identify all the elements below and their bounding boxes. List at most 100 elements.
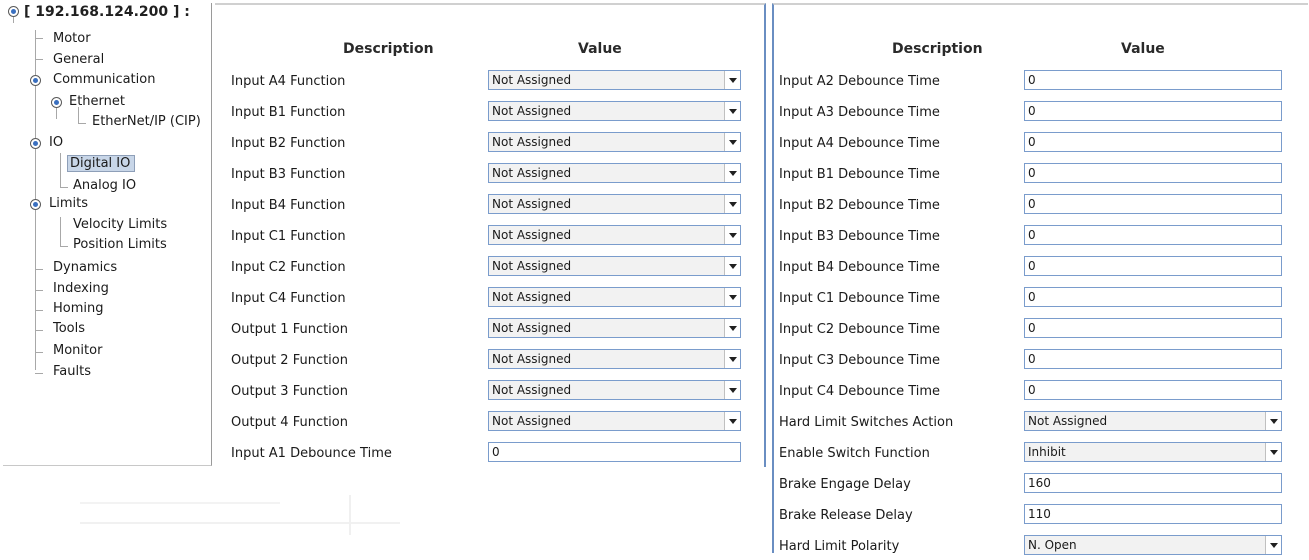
value-dropdown[interactable]: Not Assigned <box>488 380 741 400</box>
value-input[interactable]: 0 <box>1024 132 1282 152</box>
value-input[interactable]: 0 <box>488 442 741 462</box>
value-input[interactable]: 0 <box>1024 101 1282 121</box>
tree-root-node[interactable]: [ 192.168.124.200 ] : <box>24 4 190 20</box>
value-dropdown[interactable]: Not Assigned <box>488 70 741 90</box>
value-dropdown[interactable]: Not Assigned <box>488 287 741 307</box>
table-header: Description Value <box>215 38 764 60</box>
dropdown-arrow-icon[interactable] <box>724 412 740 430</box>
tree-item-homing[interactable]: Homing <box>53 301 104 317</box>
dropdown-arrow-icon[interactable] <box>724 381 740 399</box>
tree-item-dynamics[interactable]: Dynamics <box>53 260 117 276</box>
value-text: 0 <box>1028 228 1036 242</box>
tree-item-ethernet-ip[interactable]: EtherNet/IP (CIP) <box>92 114 201 130</box>
expand-node-icon[interactable] <box>30 138 41 149</box>
dropdown-arrow-icon[interactable] <box>1265 412 1281 430</box>
value-dropdown[interactable]: Not Assigned <box>488 411 741 431</box>
header-value: Value <box>578 41 622 57</box>
table-row: Input A3 Debounce Time 0 <box>779 100 1284 126</box>
expand-node-icon[interactable] <box>30 199 41 210</box>
dropdown-arrow-icon[interactable] <box>724 288 740 306</box>
row-description: Hard Limit Polarity <box>779 539 900 554</box>
value-input[interactable]: 0 <box>1024 349 1282 369</box>
dropdown-arrow-icon[interactable] <box>724 71 740 89</box>
dropdown-arrow-icon[interactable] <box>724 319 740 337</box>
tree-item-limits[interactable]: Limits <box>49 196 88 212</box>
expand-node-icon[interactable] <box>51 97 62 108</box>
table-row: Input C2 Function Not Assigned <box>231 255 741 281</box>
tree-item-motor[interactable]: Motor <box>53 31 91 47</box>
dropdown-arrow-icon[interactable] <box>724 102 740 120</box>
value-text: 0 <box>1028 104 1036 118</box>
value-dropdown[interactable]: Not Assigned <box>488 256 741 276</box>
value-input[interactable]: 0 <box>1024 287 1282 307</box>
value-dropdown[interactable]: Not Assigned <box>1024 411 1282 431</box>
faint-lines-graphic <box>80 495 400 535</box>
table-row: Input C3 Debounce Time 0 <box>779 348 1284 374</box>
tree-item-tools[interactable]: Tools <box>53 321 85 337</box>
value-text: 0 <box>1028 321 1036 335</box>
dropdown-arrow-icon[interactable] <box>724 350 740 368</box>
row-description: Input C1 Function <box>231 229 346 244</box>
tree-item-faults[interactable]: Faults <box>53 364 91 380</box>
row-description: Input C1 Debounce Time <box>779 291 941 306</box>
value-input[interactable]: 0 <box>1024 225 1282 245</box>
dropdown-arrow-icon[interactable] <box>1265 443 1281 461</box>
value-dropdown[interactable]: Not Assigned <box>488 101 741 121</box>
value-dropdown[interactable]: Not Assigned <box>488 132 741 152</box>
tree-item-communication[interactable]: Communication <box>53 72 155 88</box>
value-input[interactable]: 0 <box>1024 380 1282 400</box>
dropdown-arrow-icon[interactable] <box>1265 536 1281 554</box>
value-text: Not Assigned <box>492 352 572 366</box>
tree-item-indexing[interactable]: Indexing <box>53 281 109 297</box>
value-dropdown[interactable]: Not Assigned <box>488 225 741 245</box>
value-dropdown[interactable]: Not Assigned <box>488 349 741 369</box>
value-dropdown[interactable]: Not Assigned <box>488 318 741 338</box>
expand-node-icon[interactable] <box>30 75 41 86</box>
row-description: Enable Switch Function <box>779 446 930 461</box>
dropdown-arrow-icon[interactable] <box>724 226 740 244</box>
value-text: 0 <box>1028 73 1036 87</box>
row-description: Input B4 Debounce Time <box>779 260 940 275</box>
value-input[interactable]: 0 <box>1024 70 1282 90</box>
value-dropdown[interactable]: Not Assigned <box>488 194 741 214</box>
tree-item-general[interactable]: General <box>53 52 104 68</box>
tree-item-monitor[interactable]: Monitor <box>53 343 102 359</box>
tree-item-ethernet[interactable]: Ethernet <box>69 94 125 110</box>
value-input[interactable]: 110 <box>1024 504 1282 524</box>
table-row: Input A4 Debounce Time 0 <box>779 131 1284 157</box>
dropdown-arrow-icon[interactable] <box>724 195 740 213</box>
table-row: Input C2 Debounce Time 0 <box>779 317 1284 343</box>
tree-item-analog-io[interactable]: Analog IO <box>73 178 136 194</box>
table-row: Input C4 Function Not Assigned <box>231 286 741 312</box>
dropdown-arrow-icon[interactable] <box>724 133 740 151</box>
value-text: Not Assigned <box>492 259 572 273</box>
value-text: Not Assigned <box>492 228 572 242</box>
tree-item-label: General <box>53 52 105 67</box>
value-input[interactable]: 0 <box>1024 163 1282 183</box>
value-dropdown[interactable]: Not Assigned <box>488 163 741 183</box>
tree-item-velocity-limits[interactable]: Velocity Limits <box>73 217 167 233</box>
expand-node-icon[interactable] <box>8 6 19 17</box>
tree-item-digital-io[interactable]: Digital IO <box>67 155 136 172</box>
value-input[interactable]: 160 <box>1024 473 1282 493</box>
tree-item-io[interactable]: IO <box>49 135 63 151</box>
value-text: 0 <box>1028 383 1036 397</box>
table-row: Output 1 Function Not Assigned <box>231 317 741 343</box>
tree-item-position-limits[interactable]: Position Limits <box>73 237 167 253</box>
value-input[interactable]: 0 <box>1024 194 1282 214</box>
parameters-panel-left: Description Value Input A4 Function Not A… <box>215 3 766 467</box>
tree-item-label: Digital IO <box>67 155 136 172</box>
dropdown-arrow-icon[interactable] <box>724 164 740 182</box>
dropdown-arrow-icon[interactable] <box>724 257 740 275</box>
tree-item-label: EtherNet/IP (CIP) <box>92 114 201 129</box>
table-row: Brake Engage Delay 160 <box>779 472 1284 498</box>
value-input[interactable]: 0 <box>1024 318 1282 338</box>
value-text: 160 <box>1028 476 1051 490</box>
table-row: Input C1 Function Not Assigned <box>231 224 741 250</box>
value-input[interactable]: 0 <box>1024 256 1282 276</box>
table-row: Input B3 Debounce Time 0 <box>779 224 1284 250</box>
value-text: Inhibit <box>1028 445 1066 459</box>
value-dropdown[interactable]: Inhibit <box>1024 442 1282 462</box>
table-row: Enable Switch Function Inhibit <box>779 441 1284 467</box>
value-dropdown[interactable]: N. Open <box>1024 535 1282 555</box>
